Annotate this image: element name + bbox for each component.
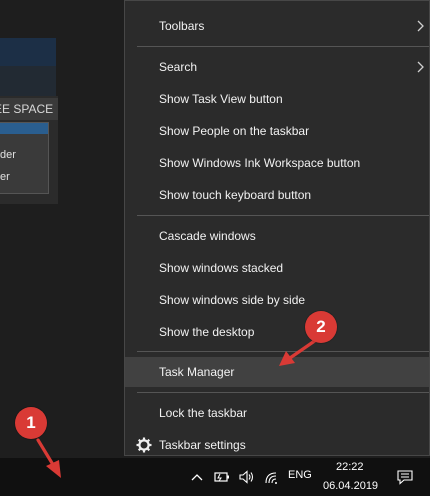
- clock-time[interactable]: 22:22: [336, 461, 364, 473]
- menu-item-label: Cascade windows: [159, 229, 256, 243]
- dropdown-option[interactable]: er: [0, 171, 10, 183]
- menu-item-lock-taskbar[interactable]: Lock the taskbar: [125, 398, 429, 428]
- menu-item-taskbar-settings[interactable]: Taskbar settings: [125, 430, 429, 460]
- menu-item-label: Show windows stacked: [159, 261, 284, 275]
- volume-icon[interactable]: [238, 468, 256, 486]
- menu-item-task-view[interactable]: Show Task View button: [125, 84, 429, 114]
- background-dropdown: der er: [0, 122, 49, 194]
- wifi-icon[interactable]: [263, 468, 281, 486]
- menu-item-people[interactable]: Show People on the taskbar: [125, 116, 429, 146]
- menu-item-cascade[interactable]: Cascade windows: [125, 221, 429, 251]
- chevron-right-icon: [417, 61, 424, 73]
- menu-item-search[interactable]: Search: [125, 52, 429, 82]
- window-title-strip: [0, 38, 56, 66]
- desktop: EE SPACE der er Toolbars Search Show Tas…: [0, 0, 430, 496]
- clock-date[interactable]: 06.04.2019: [323, 480, 378, 492]
- menu-item-label: Show People on the taskbar: [159, 124, 310, 138]
- menu-item-label: Show windows side by side: [159, 293, 306, 307]
- menu-separator: [137, 215, 429, 216]
- action-center-icon[interactable]: [396, 468, 414, 486]
- menu-item-show-desktop[interactable]: Show the desktop: [125, 317, 429, 347]
- taskbar[interactable]: ENG 22:22 06.04.2019: [0, 458, 430, 496]
- menu-item-label: Show Task View button: [159, 92, 283, 106]
- menu-item-toolbars[interactable]: Toolbars: [125, 11, 429, 41]
- menu-item-label: Task Manager: [159, 365, 235, 379]
- menu-item-label: Show touch keyboard button: [159, 188, 312, 202]
- step-badge-1: 1: [15, 407, 47, 439]
- chevron-right-icon: [417, 20, 424, 32]
- menu-separator: [137, 392, 429, 393]
- background-panel: EE SPACE der er: [0, 96, 58, 204]
- menu-item-ink-workspace[interactable]: Show Windows Ink Workspace button: [125, 148, 429, 178]
- menu-separator: [137, 351, 429, 352]
- language-indicator[interactable]: ENG: [288, 469, 312, 481]
- battery-icon[interactable]: [213, 468, 231, 486]
- menu-item-label: Lock the taskbar: [159, 406, 248, 420]
- menu-item-label: Search: [159, 60, 198, 74]
- dropdown-highlight: [0, 123, 48, 134]
- menu-item-label: Toolbars: [159, 19, 205, 33]
- free-space-label: EE SPACE: [0, 98, 58, 120]
- taskbar-context-menu: Toolbars Search Show Task View button Sh…: [124, 0, 430, 456]
- menu-separator: [137, 46, 429, 47]
- menu-item-task-manager[interactable]: Task Manager: [125, 357, 429, 387]
- menu-item-side-by-side[interactable]: Show windows side by side: [125, 285, 429, 315]
- chevron-up-icon[interactable]: [190, 468, 204, 486]
- gear-icon: [136, 437, 152, 453]
- menu-item-label: Taskbar settings: [159, 438, 246, 452]
- menu-item-touch-keyboard[interactable]: Show touch keyboard button: [125, 180, 429, 210]
- menu-item-label: Show the desktop: [159, 325, 255, 339]
- step-badge-2: 2: [305, 311, 337, 343]
- menu-item-label: Show Windows Ink Workspace button: [159, 156, 361, 170]
- dropdown-option[interactable]: der: [0, 149, 16, 161]
- menu-item-stacked[interactable]: Show windows stacked: [125, 253, 429, 283]
